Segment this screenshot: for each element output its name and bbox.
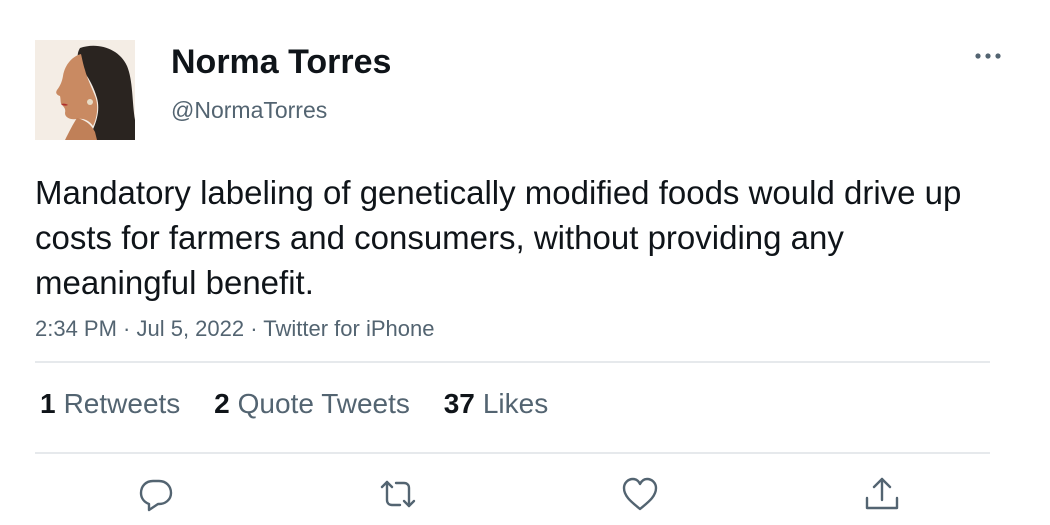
tweet-timestamp[interactable]: 2:34 PM · Jul 5, 2022 · Twitter for iPho… — [35, 315, 434, 343]
tweet-actions — [0, 474, 1050, 514]
likes-stat[interactable]: 37 Likes — [444, 386, 549, 422]
tweet-card: Norma Torres @NormaTorres Mandatory labe… — [0, 0, 1050, 525]
more-icon[interactable] — [970, 44, 1006, 68]
quote-tweets-count: 2 — [214, 388, 230, 419]
retweets-label: Retweets — [63, 388, 181, 419]
avatar-photo — [35, 40, 135, 140]
author-handle[interactable]: @NormaTorres — [171, 96, 327, 124]
tweet-text: Mandatory labeling of genetically modifi… — [35, 174, 962, 301]
likes-label: Likes — [482, 388, 549, 419]
reply-icon[interactable] — [136, 474, 176, 514]
quote-tweets-stat[interactable]: 2 Quote Tweets — [214, 386, 410, 422]
share-icon[interactable] — [862, 474, 902, 514]
quote-tweets-label: Quote Tweets — [237, 388, 410, 419]
retweets-stat[interactable]: 1 Retweets — [40, 386, 180, 422]
divider — [35, 452, 990, 454]
likes-count: 37 — [443, 388, 475, 419]
author-display-name[interactable]: Norma Torres — [171, 42, 391, 82]
tweet-stats: 1 Retweets 2 Quote Tweets 37 Likes — [40, 386, 574, 422]
retweet-icon[interactable] — [378, 474, 418, 514]
avatar[interactable] — [35, 40, 135, 140]
divider — [35, 361, 990, 363]
retweets-count: 1 — [40, 388, 56, 419]
heart-icon[interactable] — [620, 474, 660, 514]
